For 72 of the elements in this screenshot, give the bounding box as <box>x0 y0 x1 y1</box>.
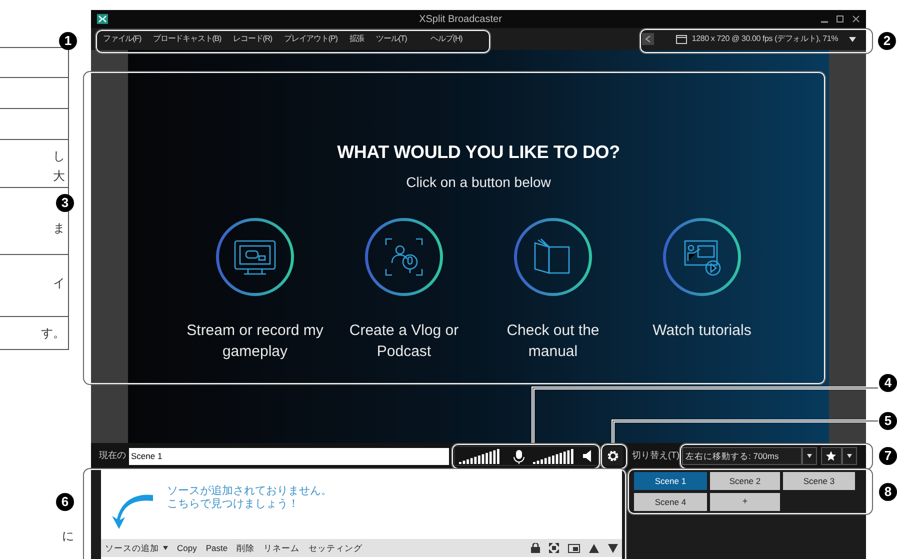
transition-dropdown[interactable]: 左右に移動する: 700ms <box>682 447 802 465</box>
caret-icon <box>163 546 168 550</box>
option-label[interactable]: Create a Vlog or Podcast <box>332 320 476 362</box>
app-logo-icon <box>97 14 108 24</box>
toolbar-button[interactable]: Copy <box>177 542 197 554</box>
heading: WHAT WOULD YOU LIKE TO DO? <box>337 141 620 164</box>
toolbar-button[interactable]: セッティング <box>308 542 363 554</box>
toolbar-button[interactable]: 削除 <box>236 542 255 554</box>
text-fragment: 大 <box>53 168 65 185</box>
menu-item[interactable]: ツール(T) <box>376 33 407 45</box>
dropdown-button[interactable] <box>802 447 816 465</box>
callout-number: 6 <box>56 493 74 511</box>
settings-icon <box>606 450 618 462</box>
scene-name-field[interactable]: Scene 1 <box>129 448 449 464</box>
minimize-icon <box>821 21 828 23</box>
menu-item[interactable]: レコード(R) <box>233 33 272 45</box>
window-title: XSplit Broadcaster <box>418 12 503 26</box>
menu-item[interactable]: プレイアウト(P) <box>284 33 338 45</box>
manual-option-icon[interactable] <box>513 217 593 297</box>
resolution-dropdown[interactable]: 1280 x 720 @ 30.00 fps (デフォルト), 71% <box>676 33 856 45</box>
menu-item[interactable]: ファイル(F) <box>103 33 142 45</box>
close-icon <box>852 15 860 23</box>
callout-number: 2 <box>878 32 896 50</box>
dropdown-button[interactable] <box>842 447 856 465</box>
callout-number: 1 <box>59 32 77 50</box>
empty-message: こちらで見つけましょう！ <box>167 498 300 511</box>
vlog-option-icon[interactable] <box>364 217 444 297</box>
caret-icon <box>846 454 852 458</box>
caret-icon <box>849 36 856 42</box>
text-fragment: に <box>62 529 74 543</box>
toolbar-button[interactable]: リネーム <box>264 542 300 554</box>
callout-number: 3 <box>56 194 74 212</box>
text-fragment: イ <box>53 275 65 292</box>
add-effect-button[interactable] <box>820 447 842 465</box>
share-icon <box>642 33 654 45</box>
text-fragment: ま <box>53 220 65 237</box>
text-fragment: し <box>53 148 65 165</box>
option-label[interactable]: Check out the manual <box>482 320 624 362</box>
move-up-icon <box>589 544 599 552</box>
add-scene-button[interactable]: + <box>710 493 780 511</box>
callout-number: 5 <box>879 412 897 430</box>
scene-button[interactable]: Scene 2 <box>710 472 780 490</box>
gameplay-option-icon[interactable] <box>215 217 295 297</box>
fullscreen-icon <box>549 543 559 553</box>
option-label[interactable]: Watch tutorials <box>630 320 774 341</box>
callout-number: 4 <box>879 374 897 392</box>
toolbar-button[interactable]: Paste <box>206 542 228 554</box>
callout-number: 8 <box>879 483 897 501</box>
option-label[interactable]: Stream or record my gameplay <box>184 320 326 362</box>
scene-label: 現在の <box>99 449 126 462</box>
scene-button[interactable]: Scene 3 <box>783 472 855 490</box>
menu-item[interactable]: ブロードキャスト(B) <box>153 33 222 45</box>
subheading: Click on a button below <box>406 173 551 192</box>
transition-label: 切り替え(T) <box>632 449 680 462</box>
monitor-icon <box>676 34 687 44</box>
table-cell <box>0 78 69 109</box>
empty-message: ソースが追加されておりません。 <box>167 485 332 498</box>
text-fragment: す。 <box>41 325 65 342</box>
scene-button[interactable]: Scene 4 <box>634 493 707 511</box>
star-icon <box>826 451 836 461</box>
maximize-icon <box>836 15 844 23</box>
scene-button[interactable]: Scene 1 <box>634 472 707 490</box>
move-down-icon <box>608 544 618 552</box>
lock-icon <box>531 543 540 553</box>
menu-item[interactable]: ヘルプ(H) <box>430 33 462 45</box>
tutorials-option-icon[interactable] <box>662 217 742 297</box>
settings-button[interactable] <box>602 446 623 466</box>
menu-item[interactable]: 拡張 <box>349 33 364 45</box>
caret-icon <box>806 454 812 458</box>
add-source-button[interactable]: ソースの追加 <box>105 542 168 554</box>
picture-in-picture-icon <box>568 544 580 552</box>
callout-number: 7 <box>879 447 897 465</box>
